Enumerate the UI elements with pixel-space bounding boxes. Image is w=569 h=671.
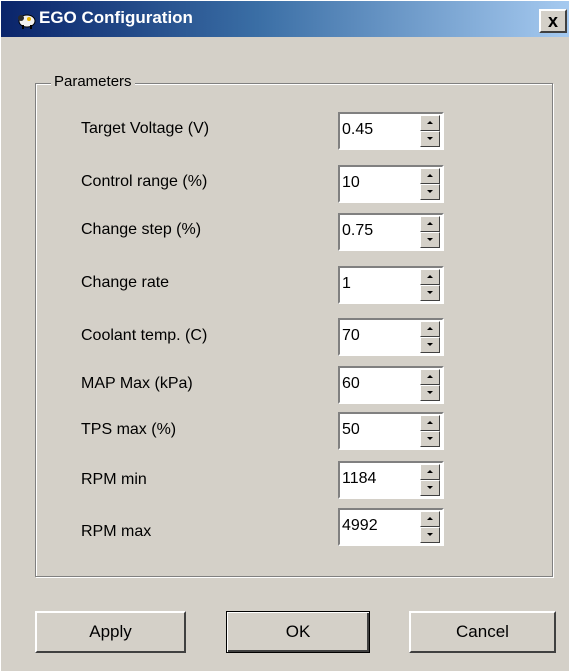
ok-button[interactable]: OK bbox=[226, 611, 370, 653]
rpm-max-spin-down[interactable] bbox=[420, 527, 440, 543]
spin-down-arrow-icon bbox=[427, 137, 433, 140]
change-step-spinbox[interactable] bbox=[338, 213, 444, 251]
rpm-min-label: RPM min bbox=[81, 471, 147, 488]
spin-up-arrow-icon bbox=[427, 174, 433, 177]
title-bar[interactable]: EGO Configuration x bbox=[1, 1, 569, 37]
close-icon: x bbox=[547, 10, 558, 31]
spin-up-arrow-icon bbox=[427, 327, 433, 330]
change-step-label: Change step (%) bbox=[81, 221, 202, 238]
target-voltage-label: Target Voltage (V) bbox=[81, 120, 210, 137]
rpm-min-spin-down[interactable] bbox=[420, 480, 440, 496]
spin-down-arrow-icon bbox=[427, 291, 433, 294]
control-range-label: Control range (%) bbox=[81, 173, 208, 190]
tps-max-spinbox[interactable] bbox=[338, 412, 444, 450]
close-button[interactable]: x bbox=[539, 9, 567, 33]
ego-configuration-dialog: EGO Configuration x Parameters Target Vo… bbox=[0, 0, 569, 671]
map-max-label: MAP Max (kPa) bbox=[81, 375, 193, 392]
change-rate-label: Change rate bbox=[81, 274, 170, 291]
spin-up-arrow-icon bbox=[427, 470, 433, 473]
spin-up-arrow-icon bbox=[427, 517, 433, 520]
rpm-max-label: RPM max bbox=[81, 523, 152, 540]
spin-down-arrow-icon bbox=[427, 190, 433, 193]
rpm-min-spin-up[interactable] bbox=[420, 464, 440, 480]
spin-down-arrow-icon bbox=[427, 486, 433, 489]
tps-max-spin-up[interactable] bbox=[420, 415, 440, 431]
spin-up-arrow-icon bbox=[427, 375, 433, 378]
map-max-spinbox[interactable] bbox=[338, 366, 444, 404]
rpm-max-spinbox[interactable] bbox=[338, 508, 444, 546]
change-rate-spinbox[interactable] bbox=[338, 266, 444, 304]
target-voltage-input[interactable] bbox=[342, 116, 406, 144]
apply-button[interactable]: Apply bbox=[35, 611, 186, 653]
coolant-temp-spinbox[interactable] bbox=[338, 318, 444, 356]
change-rate-spin-down[interactable] bbox=[420, 285, 440, 301]
spin-up-arrow-icon bbox=[427, 121, 433, 124]
control-range-spin-up[interactable] bbox=[420, 168, 440, 184]
target-voltage-spin-down[interactable] bbox=[420, 131, 440, 147]
target-voltage-spinbox[interactable] bbox=[338, 112, 444, 150]
coolant-temp-spin-down[interactable] bbox=[420, 337, 440, 353]
spin-down-arrow-icon bbox=[427, 437, 433, 440]
tps-max-spin-down[interactable] bbox=[420, 431, 440, 447]
rpm-max-spin-up[interactable] bbox=[420, 511, 440, 527]
target-voltage-spin-up[interactable] bbox=[420, 115, 440, 131]
tps-max-input[interactable] bbox=[342, 416, 406, 444]
change-rate-spin-up[interactable] bbox=[420, 269, 440, 285]
spin-up-arrow-icon bbox=[427, 222, 433, 225]
tps-max-label: TPS max (%) bbox=[81, 421, 177, 438]
coolant-temp-input[interactable] bbox=[342, 322, 406, 350]
spin-down-arrow-icon bbox=[427, 343, 433, 346]
spin-down-arrow-icon bbox=[427, 238, 433, 241]
change-step-spin-up[interactable] bbox=[420, 216, 440, 232]
rpm-max-input[interactable] bbox=[342, 512, 406, 540]
map-max-spin-up[interactable] bbox=[420, 369, 440, 385]
window-title: EGO Configuration bbox=[39, 8, 193, 27]
coolant-temp-spin-up[interactable] bbox=[420, 321, 440, 337]
parameters-group-label: Parameters bbox=[51, 73, 135, 90]
map-max-spin-down[interactable] bbox=[420, 385, 440, 401]
change-rate-input[interactable] bbox=[342, 270, 406, 298]
cancel-button[interactable]: Cancel bbox=[409, 611, 556, 653]
map-max-input[interactable] bbox=[342, 370, 406, 398]
change-step-input[interactable] bbox=[342, 217, 406, 245]
control-range-input[interactable] bbox=[342, 169, 406, 197]
rpm-min-input[interactable] bbox=[342, 465, 406, 493]
sheep-app-icon bbox=[18, 14, 36, 29]
control-range-spinbox[interactable] bbox=[338, 165, 444, 203]
spin-down-arrow-icon bbox=[427, 533, 433, 536]
spin-up-arrow-icon bbox=[427, 275, 433, 278]
control-range-spin-down[interactable] bbox=[420, 184, 440, 200]
coolant-temp-label: Coolant temp. (C) bbox=[81, 327, 208, 344]
spin-down-arrow-icon bbox=[427, 391, 433, 394]
spin-up-arrow-icon bbox=[427, 421, 433, 424]
rpm-min-spinbox[interactable] bbox=[338, 461, 444, 499]
change-step-spin-down[interactable] bbox=[420, 232, 440, 248]
